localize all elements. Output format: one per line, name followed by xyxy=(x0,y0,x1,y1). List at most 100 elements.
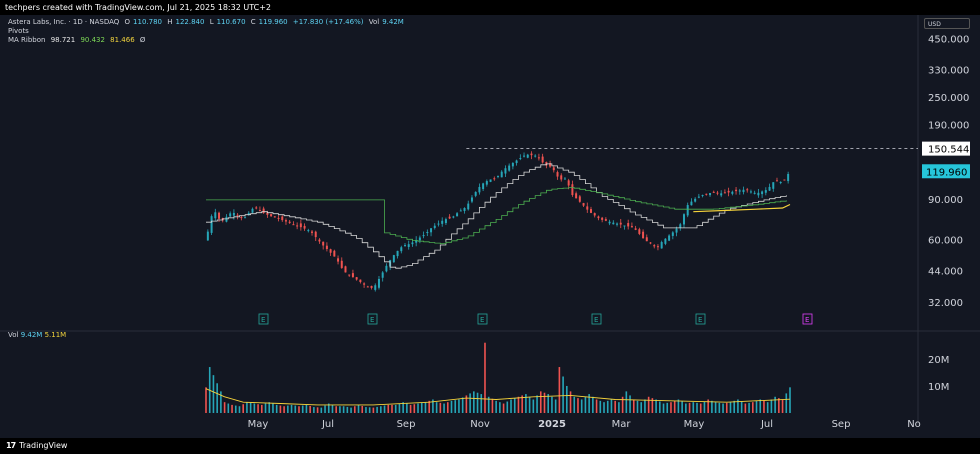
volume-bar xyxy=(517,396,520,413)
candle-body xyxy=(586,206,589,210)
candle-body xyxy=(634,228,637,230)
footer-bar: 17 TradingView xyxy=(0,438,980,454)
candle-body xyxy=(589,209,592,213)
candle-body xyxy=(422,235,425,237)
time-tick-label: Jul xyxy=(760,419,773,430)
candle-body xyxy=(418,237,421,241)
price-chart[interactable]: 450.000330.000250.000190.000120.00090.00… xyxy=(0,15,980,438)
candle-body xyxy=(363,283,366,285)
volume-bar xyxy=(491,398,494,413)
volume-bar xyxy=(368,407,371,413)
candle-body xyxy=(612,222,615,225)
volume-bar xyxy=(272,403,274,413)
candle-body xyxy=(627,223,630,227)
volume-bar xyxy=(257,404,259,413)
candle-body xyxy=(656,246,659,248)
volume-bar xyxy=(469,393,471,413)
volume-bar xyxy=(595,399,598,413)
volume-bar xyxy=(688,402,691,413)
volume-bar xyxy=(532,399,535,413)
volume-bar xyxy=(636,400,639,413)
volume-bar xyxy=(566,385,568,413)
time-tick-label: May xyxy=(684,419,705,430)
volume-bar xyxy=(655,399,657,413)
volume-bar xyxy=(413,404,416,413)
volume-bar xyxy=(666,402,669,413)
pivot-high-label: 150.544 xyxy=(928,145,969,156)
volume-bar xyxy=(725,402,728,413)
candle-body xyxy=(377,278,380,288)
volume-bar xyxy=(510,399,512,413)
volume-bar xyxy=(353,406,356,413)
volume-bar xyxy=(778,398,780,413)
candle-body xyxy=(571,184,574,196)
volume-bar xyxy=(785,393,788,413)
volume-bar xyxy=(450,400,453,413)
volume-bar xyxy=(424,402,427,413)
price-tick-label: 60.000 xyxy=(928,235,963,246)
candle-body xyxy=(742,189,745,193)
volume-bar xyxy=(331,404,334,413)
candle-body xyxy=(270,214,273,217)
volume-ma-line xyxy=(205,388,791,406)
volume-bar xyxy=(770,399,773,413)
volume-bar xyxy=(577,398,579,413)
volume-bar xyxy=(744,403,747,413)
candle-body xyxy=(712,191,715,193)
candle-body xyxy=(229,213,232,217)
candle-body xyxy=(218,212,221,219)
volume-tick-label: 10M xyxy=(928,382,949,393)
candle-body xyxy=(753,192,756,194)
candle-body xyxy=(497,175,499,177)
price-tick-label: 450.000 xyxy=(928,34,969,45)
volume-bar xyxy=(625,391,628,413)
volume-bar xyxy=(346,406,349,413)
candle-body xyxy=(404,245,407,247)
candle-body xyxy=(359,279,362,283)
volume-bar xyxy=(506,401,509,413)
volume-bar xyxy=(339,406,341,413)
candle-body xyxy=(675,228,678,233)
volume-bar xyxy=(614,400,616,413)
volume-bar xyxy=(320,407,323,413)
volume-bar xyxy=(610,399,613,413)
volume-bar xyxy=(599,400,602,413)
volume-bar xyxy=(774,396,776,413)
volume-bar xyxy=(383,405,386,413)
volume-bar xyxy=(268,402,271,413)
earnings-marker-label: E xyxy=(805,316,809,324)
candle-body xyxy=(749,191,752,193)
volume-bar xyxy=(502,403,505,413)
candle-body xyxy=(616,223,619,225)
volume-bar xyxy=(592,396,594,413)
volume-bar xyxy=(539,391,542,413)
candle-body xyxy=(251,208,254,213)
candle-body xyxy=(682,214,685,225)
candle-body xyxy=(727,190,730,193)
volume-bar xyxy=(387,404,390,413)
volume-bar xyxy=(618,402,620,413)
candle-body xyxy=(407,244,410,247)
volume-bar xyxy=(439,402,442,413)
candle-body xyxy=(664,238,667,244)
volume-bar xyxy=(699,403,702,413)
candle-body xyxy=(344,266,347,273)
candle-body xyxy=(768,186,771,191)
volume-bar xyxy=(647,396,650,413)
candle-body xyxy=(281,216,284,221)
volume-bar xyxy=(759,399,762,413)
candle-body xyxy=(303,225,306,229)
volume-bar xyxy=(365,407,367,413)
volume-bar xyxy=(301,405,304,413)
candle-body xyxy=(273,216,276,218)
candle-body xyxy=(396,250,399,257)
volume-bar xyxy=(443,403,445,413)
volume-bar xyxy=(603,402,605,413)
volume-bar xyxy=(781,399,784,413)
earnings-marker-label: E xyxy=(594,316,598,324)
last-price-label: 119.960 xyxy=(926,167,967,178)
candle-body xyxy=(668,235,671,241)
candle-body xyxy=(567,180,570,186)
volume-bar xyxy=(714,402,717,413)
candle-body xyxy=(299,223,302,228)
